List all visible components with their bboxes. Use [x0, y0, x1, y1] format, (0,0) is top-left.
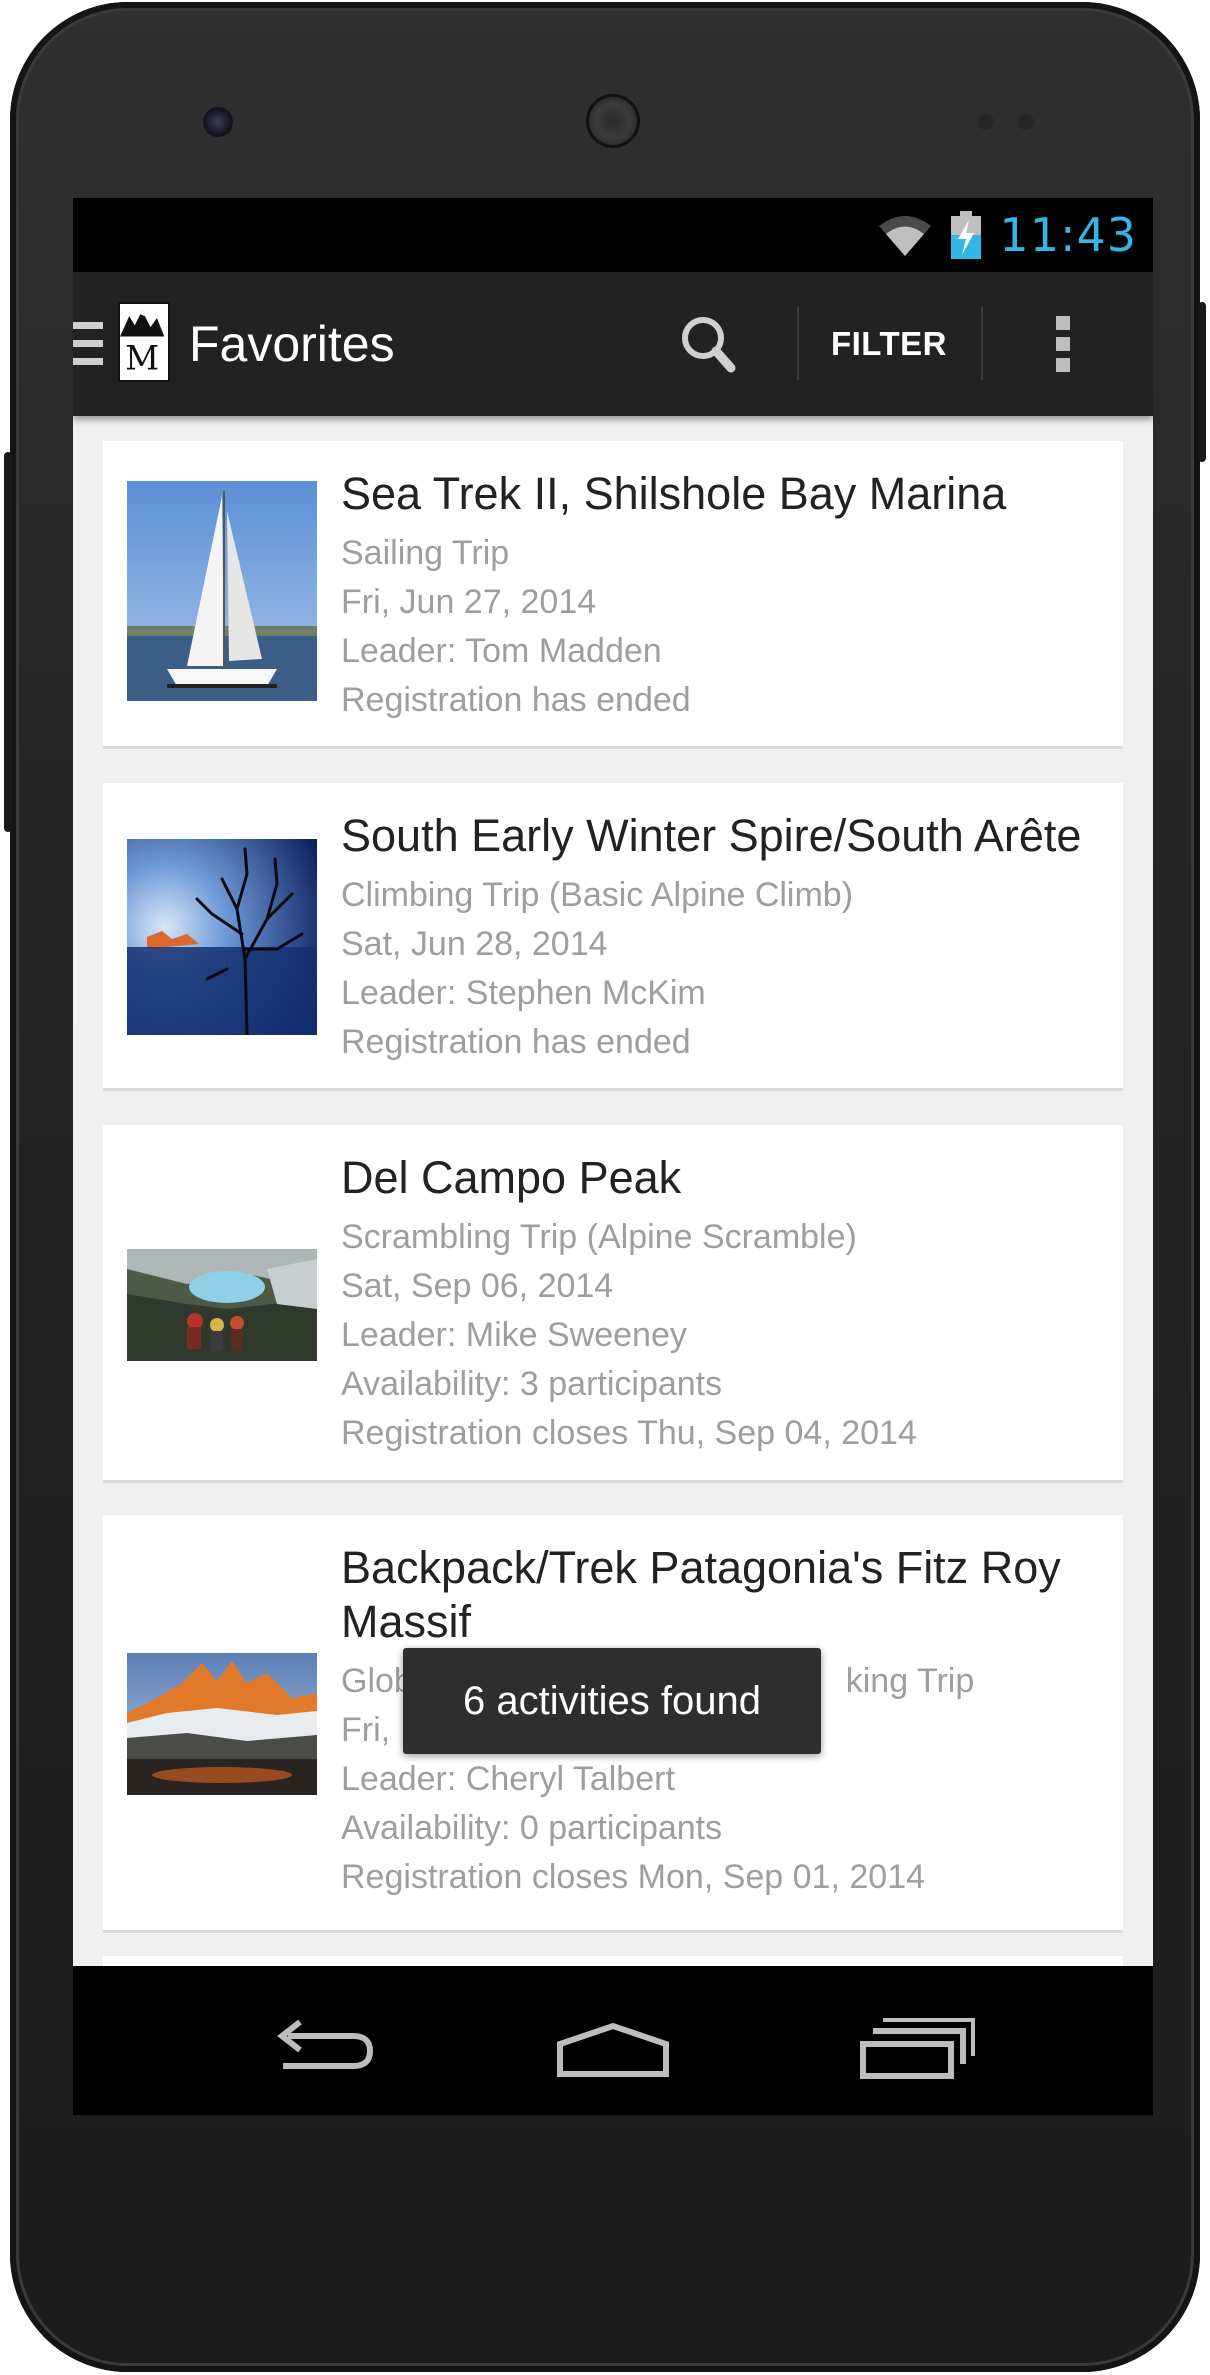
activity-leader: Leader: Mike Sweeney: [341, 1316, 687, 1354]
app-logo[interactable]: M: [118, 302, 170, 382]
front-camera: [203, 107, 233, 137]
volume-button: [4, 452, 12, 832]
power-button: [1198, 302, 1206, 462]
navigation-bar: [73, 1966, 1153, 2115]
proximity-sensor: [1018, 114, 1034, 130]
toast-message: 6 activities found: [403, 1648, 821, 1754]
activity-title: South Early Winter Spire/South Arête: [341, 810, 1082, 861]
page-title: Favorites: [189, 316, 395, 372]
activity-title: Del Campo Peak: [341, 1152, 682, 1203]
battery-charging-icon: [951, 211, 982, 259]
action-divider: [981, 306, 983, 380]
recent-apps-button[interactable]: [853, 1996, 983, 2086]
phone-frame: 11:43 M Favorites FILTER Sea Trek II, Sh…: [4, 2, 1206, 2372]
activity-registration: Registration closes Mon, Sep 01, 2014: [341, 1858, 926, 1896]
list-item[interactable]: South Early Winter Spire/South Arête Cli…: [103, 783, 1123, 1091]
activity-leader: Leader: Cheryl Talbert: [341, 1760, 675, 1798]
activity-type: Climbing Trip (Basic Alpine Climb): [341, 876, 854, 914]
activity-type: Sailing Trip: [341, 534, 510, 572]
activity-date-start: Fri,: [341, 1711, 391, 1749]
action-bar: M Favorites FILTER: [73, 272, 1153, 416]
activity-date: Fri, Jun 27, 2014: [341, 583, 597, 621]
search-icon: [682, 317, 736, 373]
screen: 11:43 M Favorites FILTER Sea Trek II, Sh…: [73, 198, 1153, 2115]
earpiece-speaker: [586, 94, 640, 148]
filter-button[interactable]: FILTER: [809, 312, 969, 376]
hikers-lake-photo: [127, 1249, 317, 1361]
activity-availability: Availability: 3 participants: [341, 1365, 723, 1403]
wifi-icon: [879, 216, 932, 256]
activity-type: Scrambling Trip (Alpine Scramble): [341, 1218, 857, 1256]
activity-leader: Leader: Stephen McKim: [341, 974, 706, 1012]
back-button[interactable]: [258, 1996, 388, 2086]
action-divider: [797, 306, 799, 380]
activity-date: Sat, Sep 06, 2014: [341, 1267, 614, 1305]
activity-availability: Availability: 0 participants: [341, 1809, 723, 1847]
list-item[interactable]: Del Campo Peak Scrambling Trip (Alpine S…: [103, 1125, 1123, 1483]
activity-date: Sat, Jun 28, 2014: [341, 925, 608, 963]
drawer-menu-icon[interactable]: [73, 322, 103, 366]
logo-letter: M: [125, 339, 159, 378]
clock: 11:43: [999, 208, 1137, 262]
activity-registration: Registration has ended: [341, 681, 691, 719]
activity-type-end: king Trip: [845, 1662, 975, 1700]
recent-apps-icon: [860, 2018, 975, 2079]
overflow-menu-icon[interactable]: [1043, 312, 1083, 376]
tree-silhouette-photo: [127, 839, 317, 1035]
activity-title: Backpack/Trek Patagonia's Fitz Roy Massi…: [341, 1541, 1123, 1649]
back-icon: [277, 2019, 374, 2069]
home-button[interactable]: [548, 1996, 678, 2086]
activity-title: Sea Trek II, Shilshole Bay Marina: [341, 468, 1007, 519]
list-item[interactable]: Sea Trek II, Shilshole Bay Marina Sailin…: [103, 441, 1123, 749]
activity-registration: Registration closes Thu, Sep 04, 2014: [341, 1414, 917, 1452]
status-bar: 11:43: [73, 198, 1153, 272]
home-icon: [557, 2022, 669, 2077]
fitz-roy-sunrise-photo: [127, 1653, 317, 1795]
activity-title-text: Backpack/Trek Patagonia's Fitz Roy Massi…: [341, 1542, 1061, 1647]
activity-registration: Registration has ended: [341, 1023, 691, 1061]
activity-leader: Leader: Tom Madden: [341, 632, 662, 670]
light-sensor: [978, 114, 994, 130]
search-button[interactable]: [673, 310, 753, 380]
sailboat-photo: [127, 481, 317, 701]
